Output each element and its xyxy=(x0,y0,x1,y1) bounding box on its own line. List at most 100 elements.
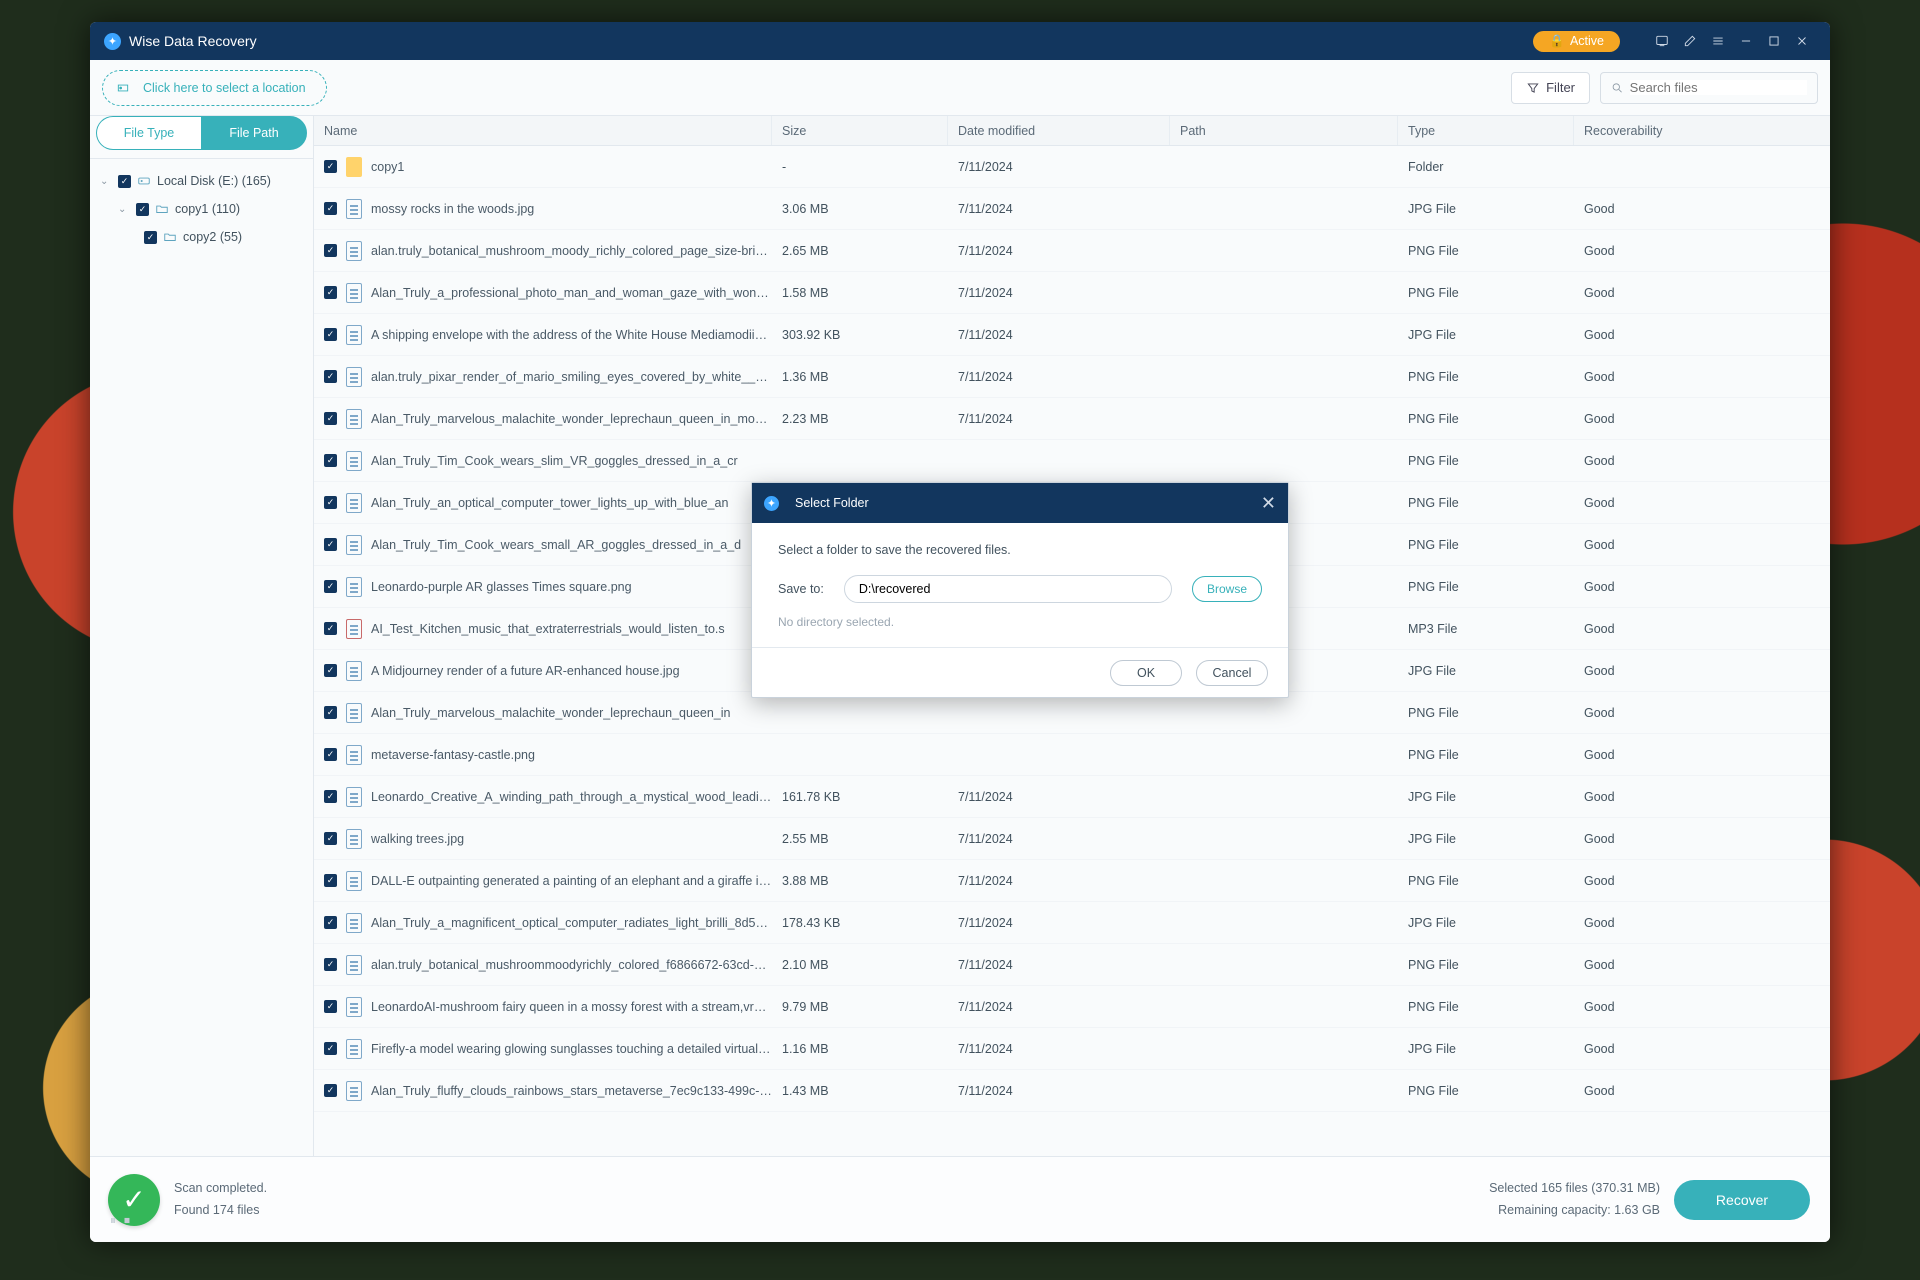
file-icon xyxy=(346,409,362,429)
checkbox-icon[interactable]: ✓ xyxy=(324,958,337,971)
dialog-titlebar[interactable]: ✦ Select Folder ✕ xyxy=(752,483,1288,523)
file-name: Alan_Truly_Tim_Cook_wears_slim_VR_goggle… xyxy=(371,454,772,468)
cancel-button[interactable]: Cancel xyxy=(1196,660,1268,686)
table-row[interactable]: ✓DALL-E outpainting generated a painting… xyxy=(314,860,1830,902)
menu-icon[interactable] xyxy=(1704,27,1732,55)
file-icon xyxy=(346,451,362,471)
checkbox-icon[interactable]: ✓ xyxy=(324,622,337,635)
col-date[interactable]: Date modified xyxy=(948,116,1170,145)
table-row[interactable]: ✓A shipping envelope with the address of… xyxy=(314,314,1830,356)
tab-file-type[interactable]: File Type xyxy=(96,116,201,150)
checkbox-icon[interactable]: ✓ xyxy=(324,286,337,299)
save-path-input[interactable] xyxy=(844,575,1172,603)
tab-file-path[interactable]: File Path xyxy=(201,116,307,150)
filter-button[interactable]: Filter xyxy=(1511,72,1590,104)
checkbox-icon[interactable]: ✓ xyxy=(324,1084,337,1097)
table-row[interactable]: ✓Alan_Truly_marvelous_malachite_wonder_l… xyxy=(314,692,1830,734)
table-row[interactable]: ✓copy1-7/11/2024Folder xyxy=(314,146,1830,188)
checkbox-icon[interactable]: ✓ xyxy=(324,1000,337,1013)
remaining-capacity: Remaining capacity: 1.63 GB xyxy=(1489,1200,1660,1221)
close-icon[interactable]: ✕ xyxy=(1261,493,1276,514)
checkbox-icon[interactable]: ✓ xyxy=(324,1042,337,1055)
checkbox-icon[interactable]: ✓ xyxy=(324,748,337,761)
file-icon xyxy=(346,913,362,933)
table-row[interactable]: ✓alan.truly_pixar_render_of_mario_smilin… xyxy=(314,356,1830,398)
table-row[interactable]: ✓mossy rocks in the woods.jpg3.06 MB7/11… xyxy=(314,188,1830,230)
col-type[interactable]: Type xyxy=(1398,116,1574,145)
checkbox-icon[interactable]: ✓ xyxy=(324,580,337,593)
checkbox-icon[interactable]: ✓ xyxy=(118,175,131,188)
file-recoverability: Good xyxy=(1574,1042,1830,1056)
file-recoverability: Good xyxy=(1574,370,1830,384)
file-icon xyxy=(346,577,362,597)
checkbox-icon[interactable]: ✓ xyxy=(324,244,337,257)
file-name: Firefly-a model wearing glowing sunglass… xyxy=(371,1042,772,1056)
search-input[interactable] xyxy=(1630,80,1807,95)
edit-icon[interactable] xyxy=(1676,27,1704,55)
table-row[interactable]: ✓Leonardo_Creative_A_winding_path_throug… xyxy=(314,776,1830,818)
col-name[interactable]: Name xyxy=(314,116,772,145)
table-row[interactable]: ✓Alan_Truly_a_magnificent_optical_comput… xyxy=(314,902,1830,944)
search-box[interactable] xyxy=(1600,72,1818,104)
recover-button[interactable]: Recover xyxy=(1674,1180,1810,1220)
file-size: 2.65 MB xyxy=(772,244,948,258)
tree-node-copy1[interactable]: ⌄ ✓ copy1 (110) xyxy=(94,195,309,223)
checkbox-icon[interactable]: ✓ xyxy=(324,538,337,551)
table-row[interactable]: ✓metaverse-fantasy-castle.pngPNG FileGoo… xyxy=(314,734,1830,776)
checkbox-icon[interactable]: ✓ xyxy=(324,832,337,845)
checkbox-icon[interactable]: ✓ xyxy=(324,454,337,467)
file-name: copy1 xyxy=(371,160,772,174)
col-recoverability[interactable]: Recoverability xyxy=(1574,116,1830,145)
checkbox-icon[interactable]: ✓ xyxy=(324,412,337,425)
file-date: 7/11/2024 xyxy=(948,160,1170,174)
stop-icon[interactable]: ⏹ xyxy=(124,1213,130,1228)
file-icon xyxy=(346,157,362,177)
minimize-icon[interactable] xyxy=(1732,27,1760,55)
tree-node-copy2[interactable]: ✓ copy2 (55) xyxy=(94,223,309,251)
file-name: Alan_Truly_fluffy_clouds_rainbows_stars_… xyxy=(371,1084,772,1098)
table-row[interactable]: ✓ Alan_Truly_Tim_Cook_wears_slim_VR_goggl… xyxy=(314,440,1830,482)
checkbox-icon[interactable]: ✓ xyxy=(136,203,149,216)
location-selector[interactable]: Click here to select a location xyxy=(102,70,327,106)
status-line-1: Scan completed. xyxy=(174,1178,267,1199)
table-row[interactable]: ✓ Alan_Truly_fluffy_clouds_rainbows_stars… xyxy=(314,1070,1830,1112)
checkbox-icon[interactable]: ✓ xyxy=(324,790,337,803)
file-icon xyxy=(346,367,362,387)
folder-tree: ⌄ ✓ Local Disk (E:) (165) ⌄ ✓ copy1 (110… xyxy=(90,159,313,1156)
license-active-pill[interactable]: 🔒Active xyxy=(1533,31,1620,52)
table-row[interactable]: ✓Alan_Truly_marvelous_malachite_wonder_l… xyxy=(314,398,1830,440)
checkbox-icon[interactable]: ✓ xyxy=(324,160,337,173)
checkbox-icon[interactable]: ✓ xyxy=(324,328,337,341)
checkbox-icon[interactable]: ✓ xyxy=(324,874,337,887)
table-row[interactable]: ✓alan.truly_botanical_mushroom_moody_ric… xyxy=(314,230,1830,272)
selected-count: Selected 165 files (370.31 MB) xyxy=(1489,1178,1660,1199)
table-row[interactable]: ✓alan.truly_botanical_mushroommoodyrichl… xyxy=(314,944,1830,986)
close-icon[interactable] xyxy=(1788,27,1816,55)
col-path[interactable]: Path xyxy=(1170,116,1398,145)
table-row[interactable]: ✓ Firefly-a model wearing glowing sunglas… xyxy=(314,1028,1830,1070)
checkbox-icon[interactable]: ✓ xyxy=(144,231,157,244)
sidebar: File Type File Path ⌄ ✓ Local Disk (E:) … xyxy=(90,116,314,1156)
tree-node-root[interactable]: ⌄ ✓ Local Disk (E:) (165) xyxy=(94,167,309,195)
checkbox-icon[interactable]: ✓ xyxy=(324,496,337,509)
col-size[interactable]: Size xyxy=(772,116,948,145)
file-type: PNG File xyxy=(1398,412,1574,426)
file-icon xyxy=(346,535,362,555)
table-row[interactable]: ✓LeonardoAI-mushroom fairy queen in a mo… xyxy=(314,986,1830,1028)
checkbox-icon[interactable]: ✓ xyxy=(324,202,337,215)
checkbox-icon[interactable]: ✓ xyxy=(324,706,337,719)
pause-icon[interactable]: ⏸ xyxy=(110,1213,116,1228)
browse-button[interactable]: Browse xyxy=(1192,576,1262,602)
checkbox-icon[interactable]: ✓ xyxy=(324,916,337,929)
feedback-icon[interactable] xyxy=(1648,27,1676,55)
table-row[interactable]: ✓Alan_Truly_a_professional_photo_man_and… xyxy=(314,272,1830,314)
maximize-icon[interactable] xyxy=(1760,27,1788,55)
checkbox-icon[interactable]: ✓ xyxy=(324,370,337,383)
funnel-icon xyxy=(1526,81,1540,95)
checkbox-icon[interactable]: ✓ xyxy=(324,664,337,677)
ok-button[interactable]: OK xyxy=(1110,660,1182,686)
file-date: 7/11/2024 xyxy=(948,328,1170,342)
file-type: JPG File xyxy=(1398,832,1574,846)
table-row[interactable]: ✓walking trees.jpg2.55 MB7/11/2024JPG Fi… xyxy=(314,818,1830,860)
titlebar: ✦ Wise Data Recovery 🔒Active xyxy=(90,22,1830,60)
